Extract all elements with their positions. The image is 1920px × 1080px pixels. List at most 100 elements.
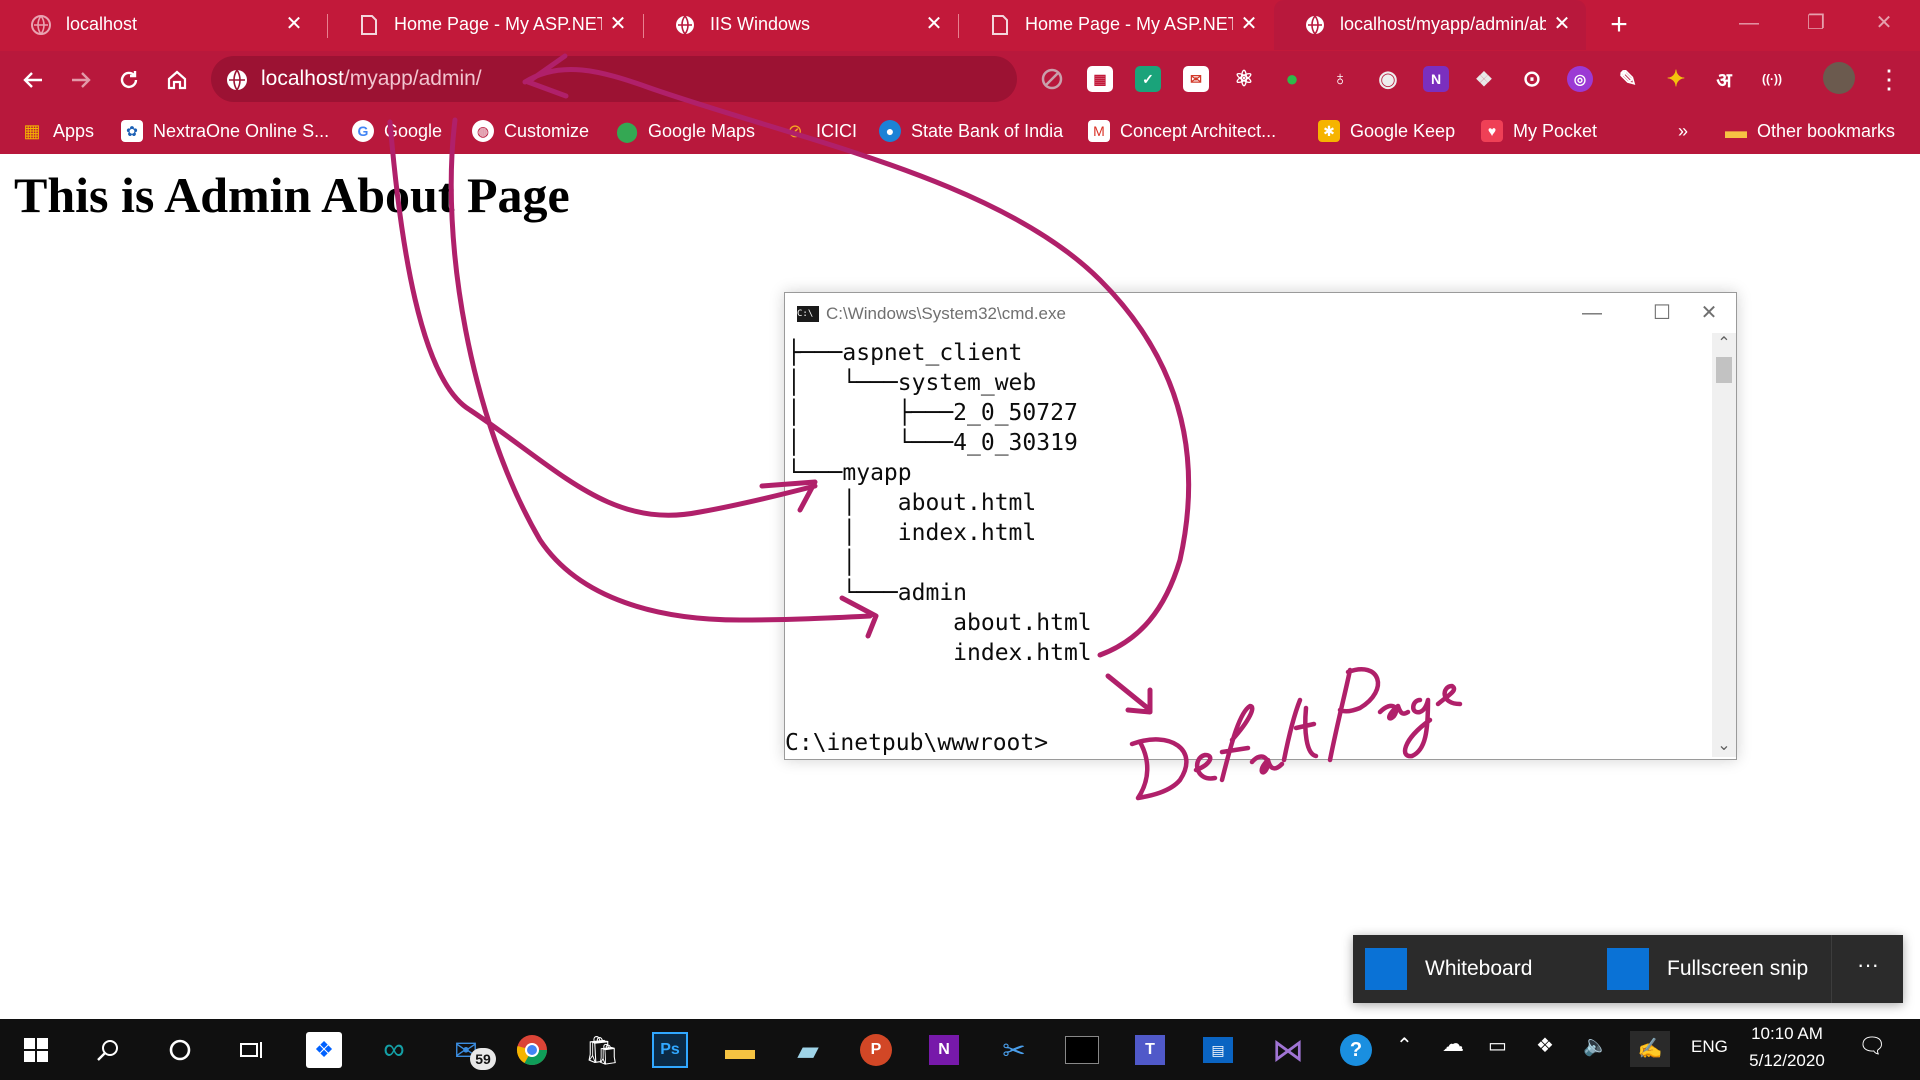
console-line: │ about.html [787, 490, 1037, 516]
close-tab-icon[interactable]: ✕ [922, 12, 946, 36]
taskbar-powerpoint[interactable]: P [856, 1030, 896, 1070]
bookmark-icici[interactable]: ⊘ ICICI [784, 115, 857, 147]
new-tab-button[interactable]: + [1603, 9, 1635, 41]
taskbar-arduino[interactable]: ∞ [374, 1030, 414, 1070]
tab-localhost[interactable]: localhost ✕ [0, 0, 318, 50]
volume-icon[interactable]: 🔈 [1583, 1033, 1608, 1058]
search-button[interactable] [88, 1030, 128, 1070]
taskbar-photoshop[interactable]: Ps [652, 1032, 688, 1068]
home-button[interactable] [160, 63, 194, 97]
apps-grid-icon: ▦ [23, 120, 41, 141]
evernote-icon[interactable]: ● [1279, 66, 1305, 92]
bookmark-google[interactable]: G Google [352, 115, 442, 147]
cmd-minimize-icon[interactable]: — [1565, 297, 1619, 329]
page-icon [359, 15, 379, 35]
taskbar-help[interactable]: ? [1336, 1030, 1376, 1070]
blocked-extension-icon[interactable] [1039, 66, 1065, 92]
more-bookmarks-button[interactable]: » [1678, 115, 1688, 147]
bookmark-customize[interactable]: ◍ Customize [472, 115, 589, 147]
reload-button[interactable] [112, 63, 146, 97]
bookmark-google-maps[interactable]: ⬤ Google Maps [616, 115, 755, 147]
onenote-clipper-icon[interactable]: N [1423, 66, 1449, 92]
cmd-scrollbar[interactable]: ⌃ ⌄ [1712, 333, 1736, 757]
taskbar-snip-tool[interactable]: ✂ [994, 1030, 1034, 1070]
mail-extension-icon[interactable]: ✉ [1183, 66, 1209, 92]
battery-icon[interactable]: ▭ [1488, 1033, 1507, 1058]
hindi-input-icon[interactable]: अ [1711, 66, 1737, 92]
taskbar-teams[interactable]: T [1130, 1030, 1170, 1070]
scroll-up-icon[interactable]: ⌃ [1712, 333, 1736, 355]
calendar-extension-icon[interactable]: ▦ [1087, 66, 1113, 92]
bookmark-sbi[interactable]: ● State Bank of India [879, 115, 1063, 147]
tab-iis-windows[interactable]: IIS Windows ✕ [644, 0, 958, 50]
language-indicator[interactable]: ENG [1691, 1037, 1728, 1057]
tab-admin-about-active[interactable]: localhost/myapp/admin/ab ✕ [1274, 0, 1586, 50]
restore-window-icon[interactable]: ❐ [1801, 10, 1831, 36]
profile-avatar[interactable] [1823, 62, 1855, 94]
minimize-window-icon[interactable]: — [1734, 10, 1764, 36]
taskbar-notepad[interactable]: ▰ [788, 1030, 828, 1070]
globe-icon [1305, 15, 1325, 35]
fullscreen-snip-button[interactable]: Fullscreen snip [1607, 947, 1808, 991]
bookmark-my-pocket[interactable]: ♥ My Pocket [1481, 115, 1597, 147]
eyedropper-icon[interactable]: ✎ [1615, 66, 1641, 92]
broadcast-extension-icon[interactable]: ((·)) [1759, 66, 1785, 92]
close-window-icon[interactable]: ✕ [1869, 10, 1899, 36]
close-tab-icon[interactable]: ✕ [1237, 12, 1261, 36]
circle-extension-icon[interactable]: ◉ [1375, 66, 1401, 92]
start-button[interactable] [16, 1030, 56, 1070]
bookmark-nextraone[interactable]: ✿ NextraOne Online S... [121, 115, 329, 147]
onedrive-icon[interactable]: ☁ [1442, 1031, 1464, 1057]
snip-more-button[interactable]: ··· [1831, 935, 1904, 1003]
taskbar-chrome[interactable] [512, 1030, 552, 1070]
bookmark-concept-architect[interactable]: M Concept Architect... [1088, 115, 1276, 147]
checkmark-extension-icon[interactable]: ✓ [1135, 66, 1161, 92]
bookmark-other-bookmarks[interactable]: ▬ Other bookmarks [1725, 115, 1895, 147]
color-picker-icon[interactable]: ✦ [1663, 66, 1689, 92]
bookmark-apps[interactable]: ▦ Apps [21, 115, 94, 147]
close-tab-icon[interactable]: ✕ [606, 12, 630, 36]
bookmark-google-keep[interactable]: ✱ Google Keep [1318, 115, 1455, 147]
taskbar-outlook[interactable]: ▤ [1198, 1030, 1238, 1070]
icici-icon: ⊘ [787, 120, 803, 141]
purple-extension-icon[interactable]: ◎ [1567, 66, 1593, 92]
whiteboard-button[interactable]: Whiteboard [1365, 947, 1532, 991]
dropbox-tray-icon[interactable]: ❖ [1536, 1033, 1554, 1058]
taskbar-visual-studio[interactable]: ⋈ [1268, 1030, 1308, 1070]
tab-home-page-1[interactable]: Home Page - My ASP.NET / ✕ [328, 0, 642, 50]
dropbox-extension-icon[interactable]: ❖ [1471, 66, 1497, 92]
console-output[interactable]: ├───aspnet_client │ └───system_web │ ├──… [785, 333, 1711, 757]
tab-home-page-2[interactable]: Home Page - My ASP.NET / ✕ [959, 0, 1273, 50]
close-tab-icon[interactable]: ✕ [1550, 12, 1574, 36]
forward-button[interactable] [64, 63, 98, 97]
react-devtools-icon[interactable]: ⚛ [1231, 66, 1257, 92]
taskbar-onenote[interactable]: N [924, 1030, 964, 1070]
bulb-extension-icon[interactable]: ♁ [1327, 66, 1353, 92]
cmd-titlebar[interactable]: C:\ C:\Windows\System32\cmd.exe — ☐ ✕ [785, 293, 1736, 333]
scroll-thumb[interactable] [1716, 357, 1732, 383]
whiteboard-icon [1365, 948, 1407, 990]
cmd-close-icon[interactable]: ✕ [1682, 297, 1736, 329]
pen-ink-icon[interactable]: ✍ [1630, 1031, 1670, 1067]
back-button[interactable] [16, 63, 50, 97]
taskbar-file-explorer[interactable]: ▬ [720, 1030, 760, 1070]
address-bar[interactable]: localhost/myapp/admin/ [211, 56, 1017, 102]
site-info-icon[interactable] [226, 69, 248, 91]
clock-time[interactable]: 10:10 AM [1745, 1024, 1829, 1044]
cortana-button[interactable] [160, 1030, 200, 1070]
cmd-maximize-icon[interactable]: ☐ [1635, 297, 1689, 329]
scroll-down-icon[interactable]: ⌄ [1712, 735, 1736, 757]
show-hidden-icons[interactable]: ⌃ [1396, 1033, 1413, 1058]
cmd-window[interactable]: C:\ C:\Windows\System32\cmd.exe — ☐ ✕ ├─… [784, 292, 1737, 760]
task-view-button[interactable] [232, 1030, 272, 1070]
bookmark-label: State Bank of India [911, 120, 1064, 141]
close-tab-icon[interactable]: ✕ [282, 12, 306, 36]
taskbar-command-prompt[interactable] [1062, 1030, 1102, 1070]
clock-date[interactable]: 5/12/2020 [1738, 1051, 1836, 1071]
action-center-icon[interactable]: 🗨 [1858, 1033, 1886, 1059]
ellipsis-circle-icon[interactable]: ⊙ [1519, 66, 1545, 92]
taskbar-store[interactable]: 🛍 [582, 1030, 622, 1070]
whiteboard-label: Whiteboard [1425, 957, 1533, 980]
chrome-menu-icon[interactable]: ⋮ [1876, 63, 1902, 95]
taskbar-dropbox[interactable]: ❖ [306, 1032, 342, 1068]
